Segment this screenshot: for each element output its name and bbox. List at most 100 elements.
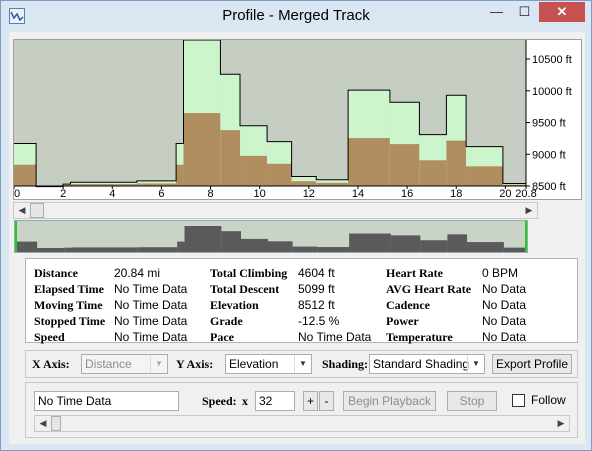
shading-select[interactable]: Standard Shading ▼ [369,354,485,374]
follow-label: Follow [531,393,566,407]
speed-decrease-button[interactable]: - [319,391,334,411]
playback-scroll-thumb[interactable] [51,416,61,431]
speed-increase-button[interactable]: + [303,391,318,411]
speed-control-label: Speed: [202,394,237,408]
close-icon[interactable]: ✕ [539,2,585,22]
temperature-label: Temperature [386,330,453,344]
playback-scrollbar[interactable]: ◀ ▶ [34,415,570,432]
scroll-left-icon[interactable]: ◀ [14,203,30,218]
x-tick-label: 6 [158,188,164,199]
elevation-bar-shade [466,166,503,186]
total-climbing-label: Total Climbing [210,266,288,280]
minimize-icon[interactable]: — [483,2,510,22]
overview-bar [349,233,391,252]
track-overview-svg [15,226,527,252]
scroll-right-icon[interactable]: ▶ [553,416,569,431]
overview-bar [177,241,185,252]
speed-input[interactable]: 32 [255,391,295,411]
x-tick-label: 20 [499,188,511,199]
elapsed-time-label: Elapsed Time [34,282,104,296]
elevation-chart[interactable]: 8500 ft 9000 ft 9500 ft 10000 ft 10500 ft 0 2 4… [13,39,582,200]
elevation-bar-shade [291,181,317,186]
elevation-bar-shade [240,155,268,186]
overview-bar [15,241,38,252]
cadence-value: No Data [482,298,527,312]
x-tick-label: 4 [109,188,115,199]
y-axis-value: Elevation [229,357,279,371]
temperature-value: No Data [482,330,527,344]
speed-multiplier-label: x [242,394,248,408]
y-tick-label: 8500 ft [532,181,566,193]
avg-heart-rate-label: AVG Heart Rate [386,282,472,296]
overview-bar [268,241,293,252]
overview-bar [317,247,350,252]
elevation-bar-shade [348,138,390,186]
stop-button[interactable]: Stop [447,391,497,411]
export-profile-button[interactable]: Export Profile [492,354,572,374]
chart-scrollbar[interactable]: ◀ ▶ [13,202,538,219]
overview-start-marker[interactable] [15,221,17,252]
y-axis-label: Y Axis: [176,357,214,371]
distance-label: Distance [34,266,78,280]
power-label: Power [386,314,419,328]
x-tick-label: 16 [401,188,413,199]
elevation-bar-shade [176,164,184,186]
overview-bar [503,247,527,252]
x-tick-label: 20.8 [515,188,536,199]
client-area: 8500 ft 9000 ft 9500 ft 10000 ft 10500 ft 0 2 4… [9,32,585,444]
overview-bar [184,226,222,252]
pace-label: Pace [210,330,234,344]
heart-rate-label: Heart Rate [386,266,443,280]
title-bar[interactable]: Profile - Merged Track — ☐ ✕ [1,1,591,31]
chart-scroll-thumb[interactable] [30,203,44,218]
y-tick-label: 9000 ft [532,149,566,161]
x-axis-label: X Axis: [32,357,70,371]
elevation-bar-shade [183,113,221,186]
shading-value: Standard Shading [373,357,470,371]
y-tick-label: 9500 ft [532,118,566,130]
power-value: No Data [482,314,527,328]
avg-heart-rate-value: No Data [482,282,527,296]
overview-end-marker[interactable] [525,221,527,252]
x-tick-label: 0 [14,188,20,199]
overview-bar [37,248,65,252]
begin-playback-button[interactable]: Begin Playback [343,391,436,411]
y-axis-select[interactable]: Elevation ▼ [225,354,312,374]
chevron-down-icon[interactable]: ▼ [150,355,167,373]
total-descent-value: 5099 ft [298,282,335,296]
chevron-down-icon[interactable]: ▼ [294,355,311,373]
overview-bar [64,247,72,252]
cadence-label: Cadence [386,298,430,312]
grade-label: Grade [210,314,243,328]
x-tick-label: 14 [352,188,364,199]
x-axis-select[interactable]: Distance ▼ [81,354,168,374]
profile-window: Profile - Merged Track — ☐ ✕ 8500 ft 9000… [0,0,592,451]
scroll-left-icon[interactable]: ◀ [35,416,51,431]
elevation-value: 8512 ft [298,298,335,312]
playback-panel: No Time Data Speed: x 32 + - Begin Playb… [25,382,578,438]
overview-bar [467,242,504,252]
scroll-right-icon[interactable]: ▶ [521,203,537,218]
statistics-panel: Distance 20.84 mi Elapsed Time No Time D… [25,258,578,344]
elevation-bar-shade [220,130,241,186]
stopped-time-label: Stopped Time [34,314,106,328]
overview-bar [241,238,269,252]
pace-value: No Time Data [298,330,372,344]
track-overview[interactable] [14,220,528,253]
overview-bar [420,240,448,252]
elevation-bar-shade [14,164,37,186]
stopped-time-value: No Time Data [114,314,188,328]
total-descent-label: Total Descent [210,282,280,296]
y-tick-label: 10000 ft [532,86,572,98]
total-climbing-value: 4604 ft [298,266,335,280]
playback-status-field[interactable]: No Time Data [34,391,179,411]
maximize-icon[interactable]: ☐ [511,2,538,22]
chevron-down-icon[interactable]: ▼ [467,355,484,373]
grade-value: -12.5 % [298,314,340,328]
follow-checkbox[interactable] [512,394,525,407]
elevation-bar-shade [446,140,467,186]
overview-bar [71,247,138,252]
elevation-bar-shade [419,160,447,186]
elevation-chart-svg: 8500 ft 9000 ft 9500 ft 10000 ft 10500 ft 0 2 4… [14,40,572,199]
profile-options: X Axis: Distance ▼ Y Axis: Elevation ▼ S… [25,350,578,378]
